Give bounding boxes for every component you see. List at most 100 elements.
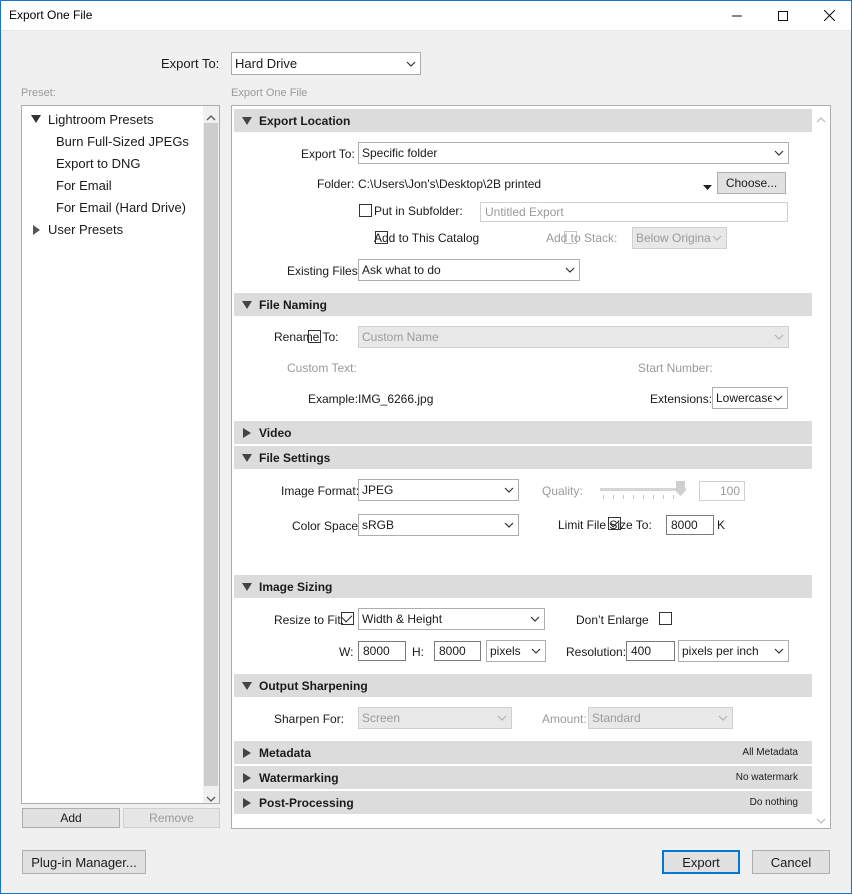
folder-path: C:\Users\Jon's\Desktop\2B printed — [358, 177, 542, 191]
limit-size-label: Limit File Size To: — [558, 518, 652, 532]
section-metadata[interactable]: Metadata All Metadata — [234, 741, 812, 764]
scroll-up-icon[interactable] — [816, 112, 826, 126]
image-format-select[interactable]: JPEG — [358, 479, 519, 501]
resolution-label: Resolution: — [566, 645, 627, 659]
preset-item[interactable]: For Email — [56, 178, 112, 193]
section-title: File Naming — [259, 297, 328, 312]
size-unit-value: pixels — [490, 644, 521, 658]
minimize-icon — [732, 15, 742, 16]
color-space-label: Color Space: — [292, 519, 362, 533]
title-bar: Export One File — [0, 0, 852, 31]
sharpen-target-value: Screen — [362, 711, 401, 725]
collapsed-triangle-icon[interactable] — [33, 224, 41, 235]
resolution-input[interactable]: 400 — [626, 641, 675, 661]
plugin-manager-button[interactable]: Plug-in Manager... — [22, 850, 146, 874]
chevron-down-icon — [773, 331, 785, 343]
export-to-select[interactable]: Hard Drive — [231, 52, 421, 75]
subfolder-label: Put in Subfolder: — [374, 204, 463, 218]
export-button[interactable]: Export — [662, 850, 740, 874]
section-post-processing[interactable]: Post-Processing Do nothing — [234, 791, 812, 814]
quality-label: Quality: — [542, 484, 583, 498]
add-stack-label: Add to Stack: — [546, 231, 618, 245]
close-button[interactable] — [806, 0, 852, 31]
add-preset-button[interactable]: Add — [22, 808, 120, 828]
start-number-label: Start Number: — [638, 361, 713, 375]
expanded-triangle-icon — [234, 300, 259, 309]
choose-folder-button[interactable]: Choose... — [717, 172, 786, 194]
width-input[interactable]: 8000 — [358, 641, 406, 661]
chevron-down-icon — [711, 232, 723, 244]
custom-text-label: Custom Text: — [287, 361, 357, 375]
limit-size-input[interactable]: 8000 — [666, 515, 714, 535]
chevron-down-icon — [496, 712, 508, 724]
remove-preset-button[interactable]: Remove — [123, 808, 220, 828]
extensions-select[interactable]: Lowercase — [712, 387, 788, 409]
sharpen-target-select[interactable]: Screen — [358, 707, 512, 729]
image-format-label: Image Format: — [281, 484, 360, 498]
collapsed-triangle-icon — [234, 797, 259, 808]
export-to-value: Hard Drive — [235, 56, 298, 71]
section-export-location[interactable]: Export Location — [234, 109, 812, 132]
quality-slider[interactable] — [600, 480, 686, 500]
scroll-down-icon[interactable] — [816, 814, 826, 828]
slider-ticks — [603, 495, 683, 499]
resolution-unit-select[interactable]: pixels per inch — [678, 640, 789, 662]
quality-input[interactable]: 100 — [699, 481, 745, 501]
chevron-down-icon — [564, 264, 576, 276]
subfolder-checkbox[interactable] — [359, 204, 372, 217]
scroll-down-icon[interactable] — [206, 792, 216, 806]
preset-item[interactable]: For Email (Hard Drive) — [56, 200, 186, 215]
close-icon — [823, 10, 835, 21]
rename-template-select[interactable]: Custom Name — [358, 326, 789, 348]
limit-size-unit: K — [717, 518, 726, 532]
section-video[interactable]: Video — [234, 421, 812, 444]
section-title: Metadata — [259, 745, 312, 760]
preset-tree[interactable]: Lightroom Presets Burn Full-Sized JPEGs … — [21, 105, 220, 804]
color-space-select[interactable]: sRGB — [358, 514, 519, 536]
maximize-button[interactable] — [760, 0, 806, 31]
folder-dropdown-icon[interactable] — [703, 180, 712, 194]
existing-files-label: Existing Files: — [287, 264, 362, 278]
section-file-naming[interactable]: File Naming — [234, 293, 812, 316]
folder-label: Folder: — [317, 177, 355, 191]
preset-item[interactable]: Export to DNG — [56, 156, 141, 171]
scroll-up-icon[interactable] — [206, 110, 216, 124]
expanded-triangle-icon[interactable] — [31, 113, 41, 123]
dont-enlarge-checkbox[interactable] — [659, 612, 673, 625]
subfolder-input[interactable]: Untitled Export — [480, 202, 788, 222]
preset-item[interactable]: Burn Full-Sized JPEGs — [56, 134, 189, 149]
collapsed-triangle-icon — [234, 427, 259, 438]
extensions-value: Lowercase — [716, 391, 772, 405]
export-location-select[interactable]: Specific folder — [358, 142, 789, 164]
height-input[interactable]: 8000 — [434, 641, 481, 661]
slider-thumb[interactable] — [676, 481, 685, 496]
stack-position-select[interactable]: Below Original — [632, 227, 727, 249]
section-image-sizing[interactable]: Image Sizing — [234, 575, 812, 598]
chevron-down-icon — [773, 645, 785, 657]
chevron-down-icon — [503, 484, 515, 496]
preset-group-lightroom[interactable]: Lightroom Presets — [48, 112, 154, 127]
export-to-label: Export To: — [161, 56, 220, 71]
amount-select[interactable]: Standard — [588, 707, 733, 729]
resolution-unit-value: pixels per inch — [682, 644, 759, 658]
section-watermarking[interactable]: Watermarking No watermark — [234, 766, 812, 789]
add-catalog-label: Add to This Catalog — [374, 231, 480, 245]
minimize-button[interactable] — [714, 0, 760, 31]
existing-files-select[interactable]: Ask what to do — [358, 259, 580, 281]
chevron-down-icon — [773, 147, 785, 159]
section-summary: No watermark — [735, 772, 798, 783]
preset-group-user[interactable]: User Presets — [48, 222, 123, 237]
resize-mode-select[interactable]: Width & Height — [358, 608, 545, 630]
amount-label: Amount: — [542, 712, 587, 726]
section-title: Video — [259, 425, 292, 440]
preset-scrollbar[interactable] — [203, 106, 219, 803]
maximize-icon — [778, 10, 788, 21]
sharpen-label: Sharpen For: — [274, 712, 345, 726]
section-title: Post-Processing — [259, 795, 354, 810]
section-output-sharpening[interactable]: Output Sharpening — [234, 674, 812, 697]
scrollbar-thumb[interactable] — [204, 123, 218, 786]
cancel-button[interactable]: Cancel — [752, 850, 830, 874]
size-unit-select[interactable]: pixels — [486, 640, 546, 662]
color-space-value: sRGB — [362, 518, 395, 532]
section-file-settings[interactable]: File Settings — [234, 446, 812, 469]
